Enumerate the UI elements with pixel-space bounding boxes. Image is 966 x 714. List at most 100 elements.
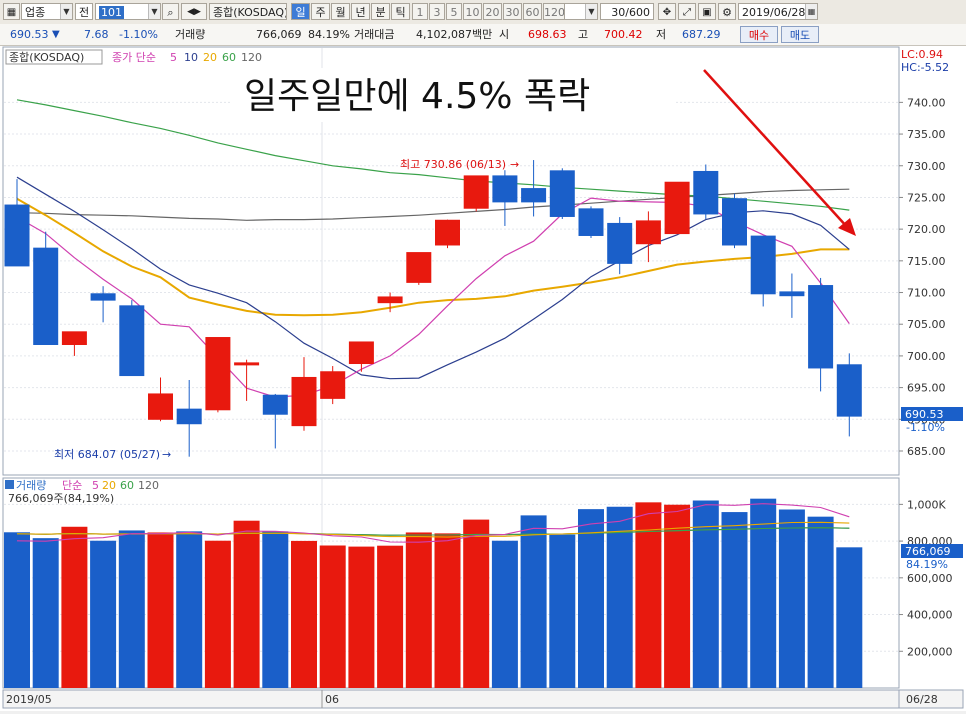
chart-svg[interactable]: 740.00 735.00 730.00 725.00 720.00 715.00 710.… [0, 46, 966, 711]
volume-bar [778, 509, 805, 688]
period-tab-2[interactable]: 월 [331, 3, 350, 20]
interval-button-5[interactable]: 5 [446, 3, 462, 20]
volume-tick-label: 600,000 [907, 572, 953, 585]
candle-body [463, 175, 489, 209]
volume-legend-name: 거래량 [16, 479, 46, 492]
candle-body [607, 222, 633, 264]
date-field[interactable]: 2019/06/28 ▦ [738, 3, 818, 20]
price-tick-label: 730.00 [907, 160, 946, 173]
volume-bar [836, 547, 863, 688]
x-label-end: 06/28 [906, 693, 938, 706]
low-label: 저 [656, 28, 667, 41]
volume-bar [491, 540, 518, 688]
candle-body [61, 331, 87, 345]
hc-label: HC:-5.52 [901, 61, 949, 74]
period-tab-0[interactable]: 일 [291, 3, 310, 20]
volume-bar [549, 534, 576, 688]
volume-bar [32, 538, 59, 688]
candle-body [4, 204, 30, 267]
candle-body [750, 235, 776, 295]
price-tick-label: 705.00 [907, 318, 946, 331]
whole-select[interactable]: 전 [75, 3, 93, 20]
candle-body [348, 341, 374, 365]
volume-bar [118, 530, 145, 688]
candle-body [635, 220, 661, 245]
code-input[interactable]: 101 ▼ [95, 3, 161, 20]
interval-button-10[interactable]: 10 [463, 3, 482, 20]
candle-body [234, 362, 260, 366]
price-tick-label: 725.00 [907, 191, 946, 204]
open-label: 시 [499, 28, 510, 41]
line-tool-icon[interactable]: ⤢ [678, 3, 696, 20]
interval-button-60[interactable]: 60 [523, 3, 542, 20]
volume-bar [90, 540, 117, 688]
interval-button-120[interactable]: 120 [543, 3, 565, 20]
volume-bar [664, 504, 691, 688]
period-tab-1[interactable]: 주 [311, 3, 330, 20]
period-tab-3[interactable]: 년 [351, 3, 370, 20]
buy-button[interactable]: 매수 [740, 26, 778, 43]
candle-body [205, 337, 231, 411]
legend-ma-10: 10 [184, 51, 198, 64]
prev-next-icon[interactable]: ◀▶ [181, 3, 207, 20]
open-value: 698.63 [528, 28, 567, 41]
candle-body [435, 219, 460, 246]
last-change-value: -1.10% [906, 421, 945, 434]
calendar-icon[interactable]: ▦ [805, 4, 817, 19]
volume-ma-60: 60 [120, 479, 134, 492]
period-tab-5[interactable]: 틱 [391, 3, 410, 20]
price-info-bar: 690.53 ▼ 7.68 -1.10% 거래량 766,069 84.19% … [0, 24, 966, 46]
save-icon[interactable]: ▣ [698, 3, 716, 20]
interval-button-20[interactable]: 20 [483, 3, 502, 20]
volume-bar [463, 519, 490, 688]
volume-bar [377, 545, 404, 688]
low-arrow-icon: → [162, 448, 171, 461]
interval-button-3[interactable]: 3 [429, 3, 445, 20]
candle-body [549, 170, 575, 217]
interval-button-1[interactable]: 1 [412, 3, 428, 20]
chevron-down-icon: ▼ [60, 4, 72, 19]
volume-label: 거래량 [175, 28, 206, 41]
chevron-down-icon: ▼ [148, 4, 160, 19]
volume-bar [434, 533, 461, 688]
gear-icon[interactable]: ⚙ [718, 3, 736, 20]
candle-body [291, 376, 317, 427]
candle-body [148, 393, 173, 420]
high-annotation: 최고 730.86 (06/13) [400, 158, 506, 171]
volume-bar [578, 509, 604, 688]
count-field[interactable]: 30/600 [600, 3, 654, 20]
candle-body [377, 296, 403, 304]
market-select[interactable]: 업종 ▼ [21, 3, 73, 20]
price-tick-label: 710.00 [907, 287, 946, 300]
interval-button-30[interactable]: 30 [503, 3, 522, 20]
price-tick-label: 715.00 [907, 255, 946, 268]
high-label: 고 [578, 28, 589, 41]
candle-body [578, 208, 604, 236]
grid-icon[interactable]: ▦ [3, 3, 20, 20]
sell-button[interactable]: 매도 [781, 26, 819, 43]
candle-body [779, 291, 805, 297]
legend-index-name: 종합(KOSDAQ) [9, 51, 84, 64]
amount-value: 4,102,087백만 [416, 28, 493, 41]
price-tick-label: 695.00 [907, 382, 946, 395]
price-tick-label: 685.00 [907, 445, 946, 458]
volume-bar [204, 540, 231, 688]
high-value: 700.42 [604, 28, 643, 41]
period-tab-4[interactable]: 분 [371, 3, 390, 20]
volume-last-pct: 84.19% [906, 558, 948, 571]
toolbar: ▦ 업종 ▼ 전 101 ▼ ⌕ ◀▶ 종합(KOSDAQ) ▼ 30/600 … [0, 0, 966, 25]
index-name-field: 종합(KOSDAQ) [209, 3, 287, 20]
market-select-value: 업종 [25, 6, 46, 19]
price-y-axis: 740.00 735.00 730.00 725.00 720.00 715.00 710.… [899, 96, 946, 458]
x-label-month: 06 [325, 693, 339, 706]
whole-select-value: 전 [79, 6, 90, 19]
volume-subtitle: 766,069주(84,19%) [8, 492, 114, 505]
chart-area[interactable]: 740.00 735.00 730.00 725.00 720.00 715.00 710.… [0, 46, 966, 711]
search-icon[interactable]: ⌕ [162, 3, 179, 20]
volume-bar [147, 532, 174, 688]
count-value: 30/600 [611, 6, 650, 19]
candle-body [521, 188, 547, 203]
crosshair-icon[interactable]: ✥ [658, 3, 676, 20]
amount-label: 거래대금 [354, 28, 395, 41]
volume-bar [61, 526, 88, 688]
